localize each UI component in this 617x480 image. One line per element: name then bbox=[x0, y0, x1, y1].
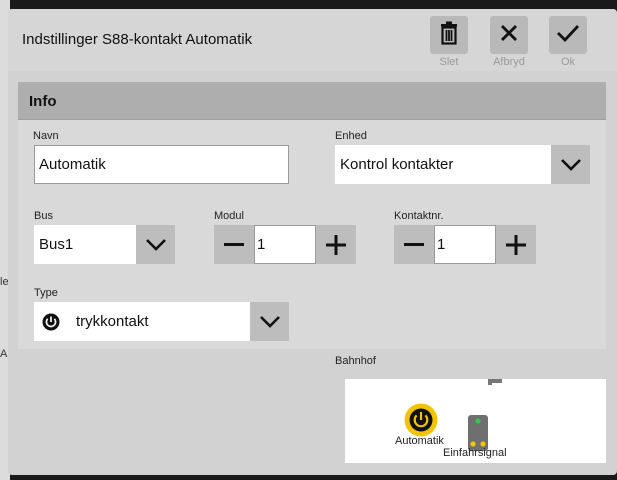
dialog-header: Indstillinger S88-kontakt Automatik Slet bbox=[8, 9, 617, 71]
delete-button[interactable]: Slet bbox=[427, 16, 471, 74]
close-icon bbox=[499, 23, 519, 48]
contact-number-input[interactable]: 1 bbox=[434, 225, 496, 264]
module-decrement-button[interactable] bbox=[214, 225, 254, 264]
info-section: Info Navn Automatik Enhed Kontrol kontak… bbox=[18, 82, 606, 472]
bus-label: Bus bbox=[34, 210, 53, 222]
module-input[interactable]: 1 bbox=[254, 225, 316, 264]
name-value: Automatik bbox=[39, 156, 106, 173]
info-form: Navn Automatik Enhed Kontrol kontakter B… bbox=[18, 120, 606, 349]
name-input[interactable]: Automatik bbox=[34, 145, 289, 184]
preview-label: Bahnhof bbox=[335, 355, 376, 367]
track-segment bbox=[488, 379, 492, 385]
ok-button[interactable]: Ok bbox=[546, 16, 590, 74]
device-value: Kontrol kontakter bbox=[340, 156, 454, 173]
settings-dialog: Indstillinger S88-kontakt Automatik Slet bbox=[8, 9, 617, 475]
cancel-button-label: Afbryd bbox=[493, 56, 525, 68]
contact-decrement-button[interactable] bbox=[394, 225, 434, 264]
module-increment-button[interactable] bbox=[316, 225, 356, 264]
background-text: A bbox=[0, 348, 8, 360]
info-section-header: Info bbox=[18, 82, 606, 120]
chevron-down-icon[interactable] bbox=[250, 302, 289, 341]
section-title: Info bbox=[29, 93, 57, 110]
name-label: Navn bbox=[33, 130, 59, 142]
type-label: Type bbox=[34, 287, 58, 299]
contact-increment-button[interactable] bbox=[496, 225, 536, 264]
device-label: Enhed bbox=[335, 130, 367, 142]
device-select[interactable]: Kontrol kontakter bbox=[335, 145, 590, 184]
layout-preview: Automatik Einfahrsignal bbox=[345, 379, 606, 463]
preview-item-label: Einfahrsignal bbox=[443, 447, 507, 459]
dialog-title: Indstillinger S88-kontakt Automatik bbox=[22, 31, 253, 48]
bus-value: Bus1 bbox=[39, 236, 74, 253]
trash-icon bbox=[438, 21, 460, 50]
check-icon bbox=[556, 23, 580, 48]
contact-number-stepper: 1 bbox=[394, 225, 536, 264]
power-icon bbox=[34, 313, 68, 331]
type-value: trykkontakt bbox=[76, 313, 149, 330]
module-stepper: 1 bbox=[214, 225, 356, 264]
chevron-down-icon[interactable] bbox=[136, 225, 175, 264]
module-label: Modul bbox=[214, 210, 244, 222]
bus-select[interactable]: Bus1 bbox=[34, 225, 175, 264]
cancel-button[interactable]: Afbryd bbox=[487, 16, 531, 74]
preview-item-label: Automatik bbox=[395, 435, 444, 447]
contact-number-label: Kontaktnr. bbox=[394, 210, 444, 222]
ok-button-label: Ok bbox=[560, 56, 576, 68]
type-select[interactable]: trykkontakt bbox=[34, 302, 289, 341]
chevron-down-icon[interactable] bbox=[551, 145, 590, 184]
delete-button-label: Slet bbox=[439, 56, 459, 68]
